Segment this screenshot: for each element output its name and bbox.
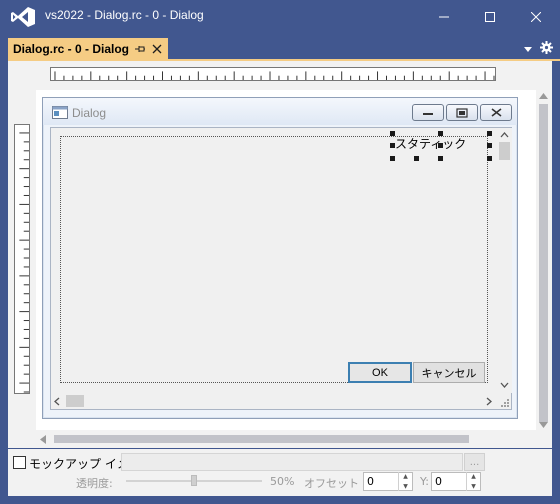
cancel-button[interactable]: キャンセル	[413, 362, 485, 383]
selection-handle[interactable]	[487, 143, 492, 148]
opacity-slider-thumb[interactable]	[191, 475, 197, 486]
pin-icon[interactable]	[134, 43, 146, 55]
scroll-down-arrow-icon[interactable]	[539, 422, 548, 428]
minimize-icon	[423, 112, 433, 115]
opacity-percent: 50%	[270, 475, 295, 488]
size-grip-icon[interactable]	[500, 398, 510, 408]
scroll-left-arrow-icon[interactable]	[54, 397, 60, 406]
selection-handle[interactable]	[414, 156, 419, 161]
gear-icon[interactable]	[540, 41, 553, 54]
scroll-thumb[interactable]	[499, 142, 510, 160]
dropdown-arrow-icon[interactable]	[523, 44, 533, 54]
mockup-image-path-field[interactable]	[121, 453, 463, 471]
selection-handle[interactable]	[390, 131, 395, 136]
close-icon	[531, 12, 541, 22]
dialog-minimize-button[interactable]	[412, 104, 444, 121]
editor-horizontal-scroll-thumb[interactable]	[54, 435, 469, 443]
margin-guide	[60, 136, 488, 383]
maximize-button[interactable]	[467, 0, 513, 34]
spin-up-arrow-icon[interactable]: ▲	[403, 473, 408, 480]
selection-handle[interactable]	[438, 131, 443, 136]
maximize-icon	[485, 12, 495, 22]
offset-y-spinner[interactable]: ▲ ▼	[466, 472, 480, 491]
spin-down-arrow-icon[interactable]: ▼	[471, 483, 476, 490]
scroll-up-arrow-icon[interactable]	[539, 93, 548, 99]
editor-vertical-scroll-thumb[interactable]	[539, 104, 548, 422]
dialog-close-button[interactable]	[480, 104, 512, 121]
dialog-vertical-scrollbar[interactable]	[497, 128, 512, 393]
minimize-icon	[439, 16, 449, 18]
mockup-image-checkbox[interactable]	[13, 456, 26, 469]
selection-handle[interactable]	[438, 143, 443, 148]
dialog-restore-button[interactable]	[446, 104, 478, 121]
dialog-title: Dialog	[72, 106, 107, 120]
offset-y-label: Y:	[420, 475, 429, 488]
tab-label: Dialog.rc - 0 - Dialog	[13, 42, 130, 56]
ok-button[interactable]: OK	[348, 362, 412, 383]
close-icon	[491, 108, 501, 117]
tab-close-icon[interactable]	[151, 43, 163, 55]
scroll-right-arrow-icon[interactable]	[486, 397, 492, 406]
scroll-down-arrow-icon[interactable]	[500, 382, 509, 388]
selection-handle[interactable]	[438, 156, 443, 161]
opacity-label: 透明度:	[76, 477, 113, 490]
scroll-thumb[interactable]	[66, 395, 84, 407]
horizontal-ruler[interactable]	[50, 67, 496, 81]
selection-handle[interactable]	[390, 143, 395, 148]
visual-studio-logo-icon[interactable]	[10, 6, 36, 28]
scroll-up-arrow-icon[interactable]	[500, 132, 509, 138]
minimize-button[interactable]	[421, 0, 467, 34]
browse-button[interactable]: ...	[464, 453, 485, 471]
selection-handle[interactable]	[390, 156, 395, 161]
vertical-ruler[interactable]	[14, 124, 30, 394]
selection-handle[interactable]	[487, 131, 492, 136]
static-text-control[interactable]: スタティック	[395, 135, 466, 152]
selection-handle[interactable]	[487, 156, 492, 161]
scroll-left-arrow-icon[interactable]	[40, 435, 46, 444]
restore-icon	[456, 107, 468, 118]
dialog-window-icon	[52, 106, 68, 119]
dialog-horizontal-scrollbar[interactable]	[51, 393, 497, 409]
spin-up-arrow-icon[interactable]: ▲	[471, 473, 476, 480]
close-button[interactable]	[513, 0, 559, 34]
offset-x-spinner[interactable]: ▲ ▼	[398, 472, 412, 491]
window-title: vs2022 - Dialog.rc - 0 - Dialog	[45, 8, 204, 22]
spin-down-arrow-icon[interactable]: ▼	[403, 483, 408, 490]
